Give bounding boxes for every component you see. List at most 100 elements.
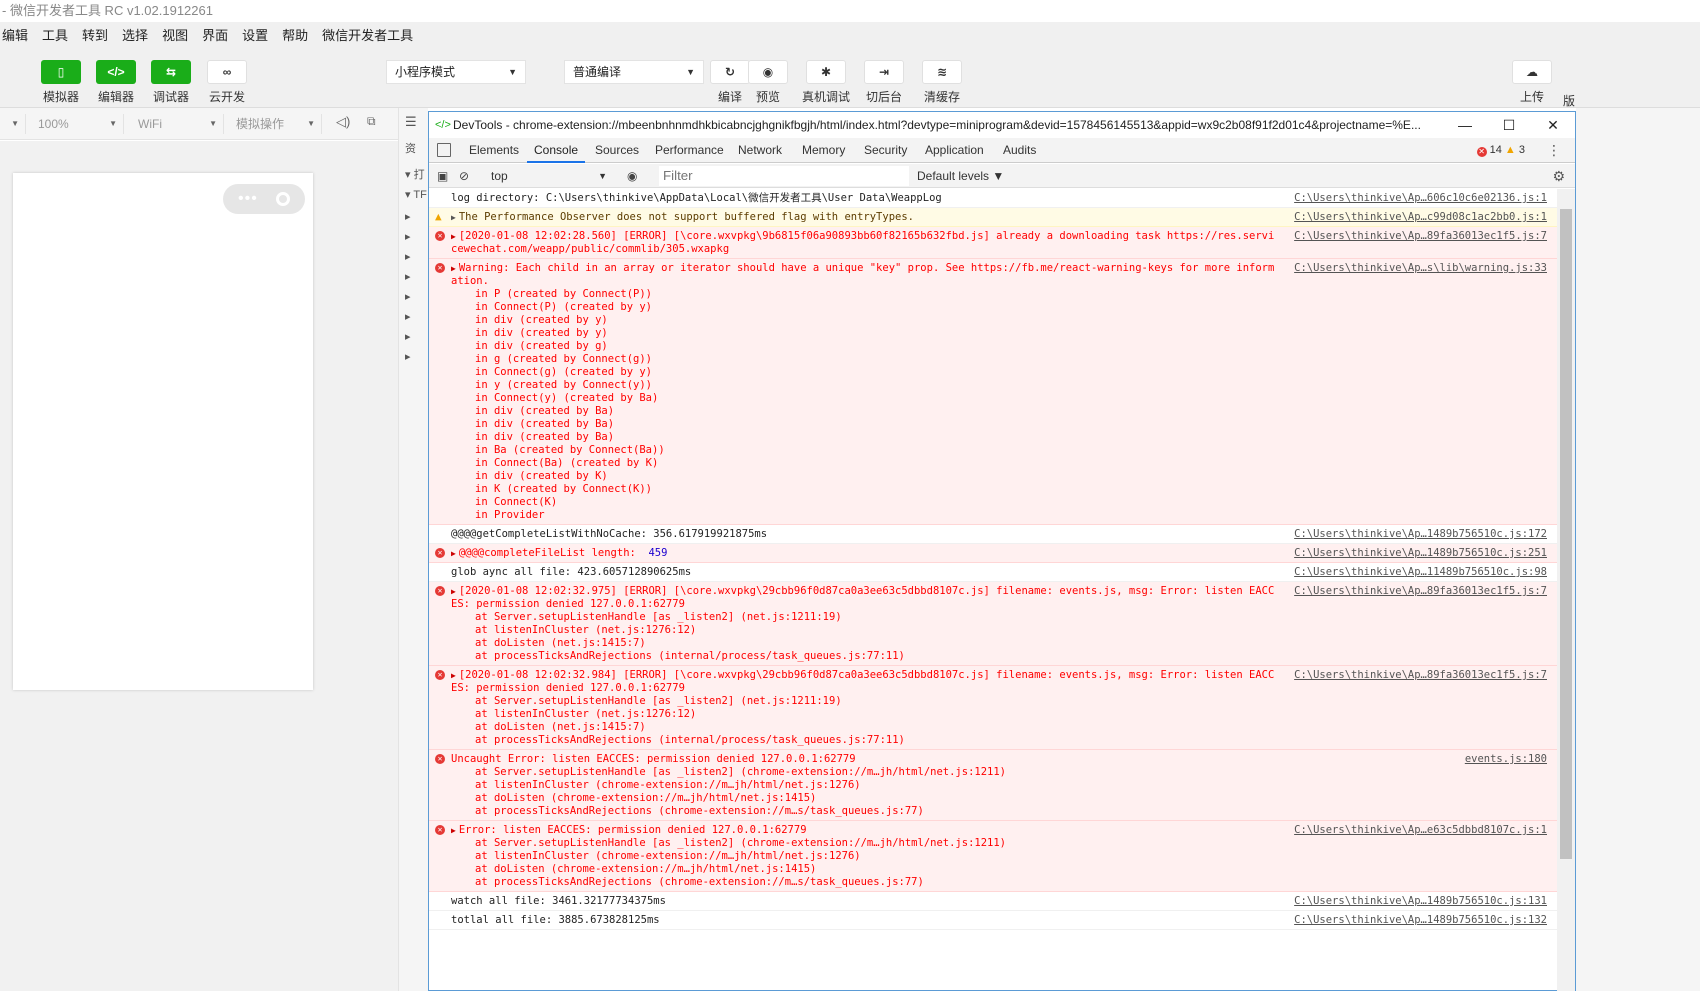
tab-application[interactable]: Application — [925, 138, 984, 163]
debugger-button[interactable]: ⇆ 调试器 — [139, 60, 203, 105]
stack-line: in div (created by Ba) — [475, 431, 615, 443]
clear-console-icon[interactable]: ⊘ — [459, 164, 469, 188]
tab-security[interactable]: Security — [864, 138, 907, 163]
background-button[interactable]: ⇥ 切后台 — [852, 60, 916, 105]
tree-node[interactable]: ▸ — [405, 270, 411, 283]
more-icon[interactable]: ••• — [238, 190, 258, 208]
source-link[interactable]: C:\Users\thinkive\Ap…11489b756510c.js:98 — [1294, 566, 1547, 579]
tab-network[interactable]: Network — [738, 138, 782, 163]
close-icon[interactable]: ✕ — [1531, 112, 1575, 138]
cloud-button[interactable]: ∞ 云开发 — [195, 60, 259, 105]
source-link[interactable]: C:\Users\thinkive\Ap…1489b756510c.js:131 — [1294, 895, 1547, 908]
detach-window-icon[interactable]: ⧉ — [367, 114, 376, 129]
console-row[interactable]: ✕ ▶ [2020-01-08 12:02:28.560] [ERROR] [\co… — [429, 227, 1557, 259]
tree-node[interactable]: ▾ TF — [405, 188, 427, 201]
source-link[interactable]: C:\Users\thinkive\Ap…89fa36013ec1f5.js:7 — [1294, 669, 1547, 682]
tab-performance[interactable]: Performance — [655, 138, 724, 163]
tree-node[interactable]: ▸ — [405, 310, 411, 323]
source-link[interactable]: C:\Users\thinkive\Ap…c99d08c1ac2bb0.js:1 — [1294, 211, 1547, 224]
expand-arrow-icon[interactable]: ▶ — [451, 587, 456, 596]
eye-icon[interactable]: ◉ — [627, 164, 637, 188]
tree-node[interactable]: ▸ — [405, 250, 411, 263]
source-link[interactable]: C:\Users\thinkive\Ap…89fa36013ec1f5.js:7 — [1294, 585, 1547, 598]
tree-node[interactable]: ▸ — [405, 330, 411, 343]
console-scrollbar[interactable] — [1557, 189, 1575, 991]
simulate-ops-select[interactable]: 模拟操作 ▼ — [230, 114, 322, 134]
console-row[interactable]: ✕ ▶ [2020-01-08 12:02:32.984] [ERROR] [\co… — [429, 666, 1557, 750]
tab-elements[interactable]: Elements — [469, 138, 519, 163]
menu-ui[interactable]: 界面 — [202, 25, 228, 44]
expand-arrow-icon[interactable]: ▶ — [451, 232, 456, 241]
tree-node[interactable]: ▾ 打 — [405, 166, 425, 182]
minimize-icon[interactable]: — — [1443, 112, 1487, 138]
stack-line: at Server.setupListenHandle [as _listen2… — [475, 695, 842, 707]
expand-arrow-icon[interactable]: ▶ — [451, 264, 456, 273]
list-icon[interactable]: ☰ — [405, 114, 417, 130]
console-row[interactable]: ✕ Uncaught Error: listen EACCES: permissi… — [429, 750, 1557, 821]
tree-node[interactable]: ▸ — [405, 290, 411, 303]
inspect-icon[interactable] — [437, 143, 451, 157]
miniprogram-capsule[interactable]: ••• — [223, 184, 305, 214]
tab-console[interactable]: Console — [527, 138, 586, 163]
menu-edit[interactable]: 编辑 — [2, 25, 28, 44]
expand-arrow-icon[interactable]: ▶ — [451, 671, 456, 680]
console-row[interactable]: totlal all file: 3885.673828125ms C:\User… — [429, 911, 1557, 930]
tree-node[interactable]: ▸ — [405, 230, 411, 243]
clear-cache-button[interactable]: ≋ 清缓存 — [910, 60, 974, 105]
real-debug-button[interactable]: ✱ 真机调试 — [794, 60, 858, 105]
expand-arrow-icon[interactable]: ▶ — [451, 213, 456, 222]
menu-devtools[interactable]: 微信开发者工具 — [322, 25, 413, 44]
phone-screen[interactable] — [13, 173, 313, 690]
menu-goto[interactable]: 转到 — [82, 25, 108, 44]
console-row[interactable]: watch all file: 3461.32177734375ms C:\Use… — [429, 892, 1557, 911]
device-select[interactable]: ▼ — [0, 114, 26, 134]
tab-audits[interactable]: Audits — [1003, 138, 1036, 163]
tree-node[interactable]: ▸ — [405, 210, 411, 223]
console-row[interactable]: @@@@getCompleteListWithNoCache: 356.6179… — [429, 525, 1557, 544]
menu-settings[interactable]: 设置 — [242, 25, 268, 44]
console-row[interactable]: glob aync all file: 423.605712890625ms C:… — [429, 563, 1557, 582]
source-link[interactable]: events.js:180 — [1465, 753, 1547, 766]
menu-tools[interactable]: 工具 — [42, 25, 68, 44]
issue-counts[interactable]: ✕ 14 ▲ 3 — [1476, 138, 1525, 163]
source-link[interactable]: C:\Users\thinkive\Ap…89fa36013ec1f5.js:7 — [1294, 230, 1547, 243]
tree-node[interactable]: ▸ — [405, 350, 411, 363]
filter-input[interactable] — [659, 166, 909, 186]
stack-line: in Connect(y) (created by Ba) — [475, 392, 659, 404]
source-link[interactable]: C:\Users\thinkive\Ap…1489b756510c.js:172 — [1294, 528, 1547, 541]
sidebar-toggle-icon[interactable]: ▣ — [437, 164, 448, 188]
source-link[interactable]: C:\Users\thinkive\Ap…1489b756510c.js:251 — [1294, 547, 1547, 560]
gear-icon[interactable]: ⚙ — [1552, 164, 1565, 188]
console-row[interactable]: ✕ ▶ @@@@completeFileList length: 459 C:\Use… — [429, 544, 1557, 563]
more-options-icon[interactable]: ⋮ — [1547, 138, 1561, 163]
source-link[interactable]: C:\Users\thinkive\Ap…s\lib\warning.js:33 — [1294, 262, 1547, 275]
source-link[interactable]: C:\Users\thinkive\Ap…e63c5dbbd8107c.js:1 — [1294, 824, 1547, 837]
close-capsule-icon[interactable] — [275, 192, 290, 206]
menu-select[interactable]: 选择 — [122, 25, 148, 44]
console-row[interactable]: log directory: C:\Users\thinkive\AppData… — [429, 189, 1557, 208]
source-link[interactable]: C:\Users\thinkive\Ap…606c10c6e02136.js:1 — [1294, 192, 1547, 205]
scrollbar-thumb[interactable] — [1560, 209, 1572, 859]
context-select[interactable]: top ▼ — [487, 166, 611, 186]
zoom-select[interactable]: 100% ▼ — [32, 114, 124, 134]
upload-button[interactable]: ☁ 上传 — [1500, 60, 1564, 105]
console-row[interactable]: ▲ ▶ The Performance Observer does not supp… — [429, 208, 1557, 227]
log-levels-select[interactable]: Default levels ▼ — [917, 164, 1004, 188]
tab-memory[interactable]: Memory — [802, 138, 845, 163]
stack-line: at processTicksAndRejections (chrome-ext… — [475, 805, 924, 817]
menu-view[interactable]: 视图 — [162, 25, 188, 44]
console-row[interactable]: ✕ ▶ Warning: Each child in an array or ite… — [429, 259, 1557, 525]
tab-sources[interactable]: Sources — [595, 138, 639, 163]
volume-icon[interactable]: ◁) — [336, 114, 350, 130]
expand-arrow-icon[interactable]: ▶ — [451, 826, 456, 835]
mode-select[interactable]: 小程序模式 ▼ — [386, 60, 526, 84]
menu-help[interactable]: 帮助 — [282, 25, 308, 44]
source-link[interactable]: C:\Users\thinkive\Ap…1489b756510c.js:132 — [1294, 914, 1547, 927]
maximize-icon[interactable]: ☐ — [1487, 112, 1531, 138]
expand-arrow-icon[interactable]: ▶ — [451, 549, 456, 558]
console-row[interactable]: ✕ ▶ Error: listen EACCES: permission denie… — [429, 821, 1557, 892]
console-row[interactable]: ✕ ▶ [2020-01-08 12:02:32.975] [ERROR] [\co… — [429, 582, 1557, 666]
compile-mode-select[interactable]: 普通编译 ▼ — [564, 60, 704, 84]
preview-button[interactable]: ◉ 预览 — [736, 60, 800, 105]
network-select[interactable]: WiFi ▼ — [132, 114, 224, 134]
